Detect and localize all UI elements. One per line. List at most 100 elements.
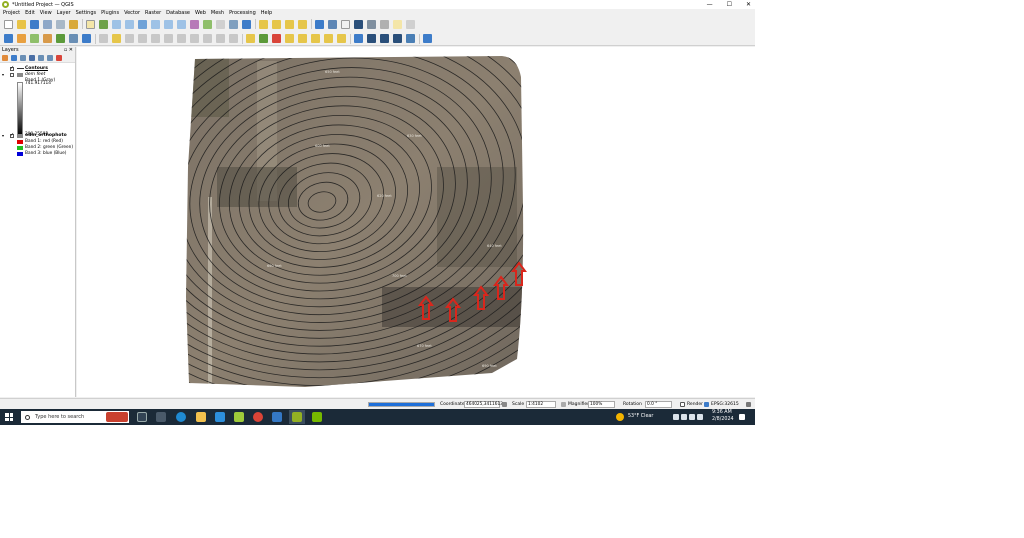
magnifier-field[interactable]: 100% [588,401,615,408]
delete-icon[interactable] [164,34,173,43]
file-explorer-icon[interactable] [196,412,206,422]
menu-help[interactable]: Help [261,10,272,16]
label-show-hide-icon[interactable] [324,34,333,43]
identify-icon[interactable] [315,19,324,29]
search-plugin-icon[interactable] [367,34,376,43]
zoom-next-icon[interactable] [203,19,212,29]
notification-icon[interactable] [739,414,745,420]
layout-manager-icon[interactable] [69,19,78,29]
map-tips-icon[interactable] [393,19,402,29]
clock-date[interactable]: 2/8/2024 [712,417,734,422]
save-as-icon[interactable] [43,19,52,29]
extents-toggle-icon[interactable] [502,402,507,407]
menu-project[interactable]: Project [3,10,20,16]
new-map-view-icon[interactable] [216,19,225,29]
menu-settings[interactable]: Settings [76,10,97,16]
measure-icon[interactable] [380,19,389,29]
add-wms-icon[interactable] [82,34,91,43]
annotation-icon[interactable] [406,19,415,29]
tray-people-icon[interactable] [673,414,679,420]
zoom-in-icon[interactable] [112,19,121,29]
paste-icon[interactable] [203,34,212,43]
remove-layer-icon[interactable] [56,55,62,61]
copy-icon[interactable] [190,34,199,43]
zoom-to-layer-icon[interactable] [164,19,173,29]
weather-moon-icon[interactable] [616,413,624,421]
gift-widget-icon[interactable] [106,412,128,422]
render-checkbox[interactable] [680,402,685,407]
save-project-icon[interactable] [30,19,39,29]
diagram-tool-icon[interactable] [337,34,346,43]
chrome-icon[interactable] [253,412,263,422]
expand-all-icon[interactable] [38,55,44,61]
crs-icon[interactable] [704,402,709,407]
save-edits-icon[interactable] [125,34,134,43]
toggle-edit-icon[interactable] [112,34,121,43]
settings-icon[interactable] [328,19,337,29]
nvidia-icon[interactable] [312,412,322,422]
add-vector-icon[interactable] [30,34,39,43]
qgis-taskbar-alt-icon[interactable] [234,412,244,422]
coordinate-field[interactable]: 464025,3411613 [464,401,503,408]
weather-text[interactable]: 53°F Clear [628,414,653,419]
label-change-icon[interactable] [311,34,320,43]
edits-icon[interactable] [99,34,108,43]
plugin-settings-icon[interactable] [393,34,402,43]
processing-toolbox-icon[interactable] [423,34,432,43]
task-view-icon[interactable] [137,412,147,422]
label-highlight-icon[interactable] [272,34,281,43]
maximize-button[interactable]: ☐ [727,0,732,9]
widgets-icon[interactable] [156,412,166,422]
menu-view[interactable]: View [40,10,52,16]
menu-edit[interactable]: Edit [25,10,35,16]
menu-vector[interactable]: Vector [124,10,140,16]
messages-icon[interactable] [746,402,751,407]
mail-icon[interactable] [215,412,225,422]
field-calculator-icon[interactable] [367,19,376,29]
deselect-icon[interactable] [285,19,294,29]
crs-label[interactable]: EPSG:32615 [711,402,739,407]
select-features-icon[interactable] [259,19,268,29]
zoom-full-icon[interactable] [138,19,147,29]
menu-processing[interactable]: Processing [229,10,256,16]
pan-tool-icon[interactable] [86,19,95,29]
globe-icon[interactable] [354,34,363,43]
minimize-button[interactable]: — [707,0,713,9]
zoom-native-icon[interactable] [177,19,186,29]
add-csv-icon[interactable] [69,34,78,43]
tray-volume-icon[interactable] [697,414,703,420]
label-pin-icon[interactable] [259,34,268,43]
open-project-icon[interactable] [17,19,26,29]
label-tool-icon[interactable] [246,34,255,43]
tray-network-icon[interactable] [689,414,695,420]
new-geopackage-icon[interactable] [17,34,26,43]
qgis-taskbar-icon[interactable] [292,412,302,422]
add-feature-icon[interactable] [138,34,147,43]
statistics-icon[interactable] [354,19,363,29]
menu-web[interactable]: Web [195,10,206,16]
temporal-controller-icon[interactable] [229,19,238,29]
label-rotate-icon[interactable] [298,34,307,43]
lock-scale-icon[interactable] [561,402,566,407]
map-svg[interactable]: 650 feet 600 feet 700 feet 670 feet 690 feet… [77,47,755,397]
add-mesh-icon[interactable] [56,34,65,43]
refresh-icon[interactable] [242,19,251,29]
zoom-out-icon[interactable] [125,19,134,29]
rotation-field[interactable]: 0.0 ° [645,401,672,408]
menu-database[interactable]: Database [166,10,190,16]
menu-mesh[interactable]: Mesh [211,10,224,16]
menu-plugins[interactable]: Plugins [101,10,119,16]
zoom-to-selection-icon[interactable] [151,19,160,29]
windows-start-icon[interactable] [5,413,13,421]
data-source-manager-icon[interactable] [4,34,13,43]
edge-icon[interactable] [176,412,186,422]
panel-controls[interactable]: ▫ ✕ [64,47,73,54]
collapse-all-icon[interactable] [47,55,53,61]
menu-layer[interactable]: Layer [57,10,71,16]
pan-to-selection-icon[interactable] [99,19,108,29]
attribute-table-icon[interactable] [341,19,350,29]
map-canvas[interactable]: 650 feet 600 feet 700 feet 670 feet 690 feet… [77,47,755,397]
print-layout-icon[interactable] [56,19,65,29]
plugin-tool-icon[interactable] [380,34,389,43]
app-icon[interactable] [272,412,282,422]
